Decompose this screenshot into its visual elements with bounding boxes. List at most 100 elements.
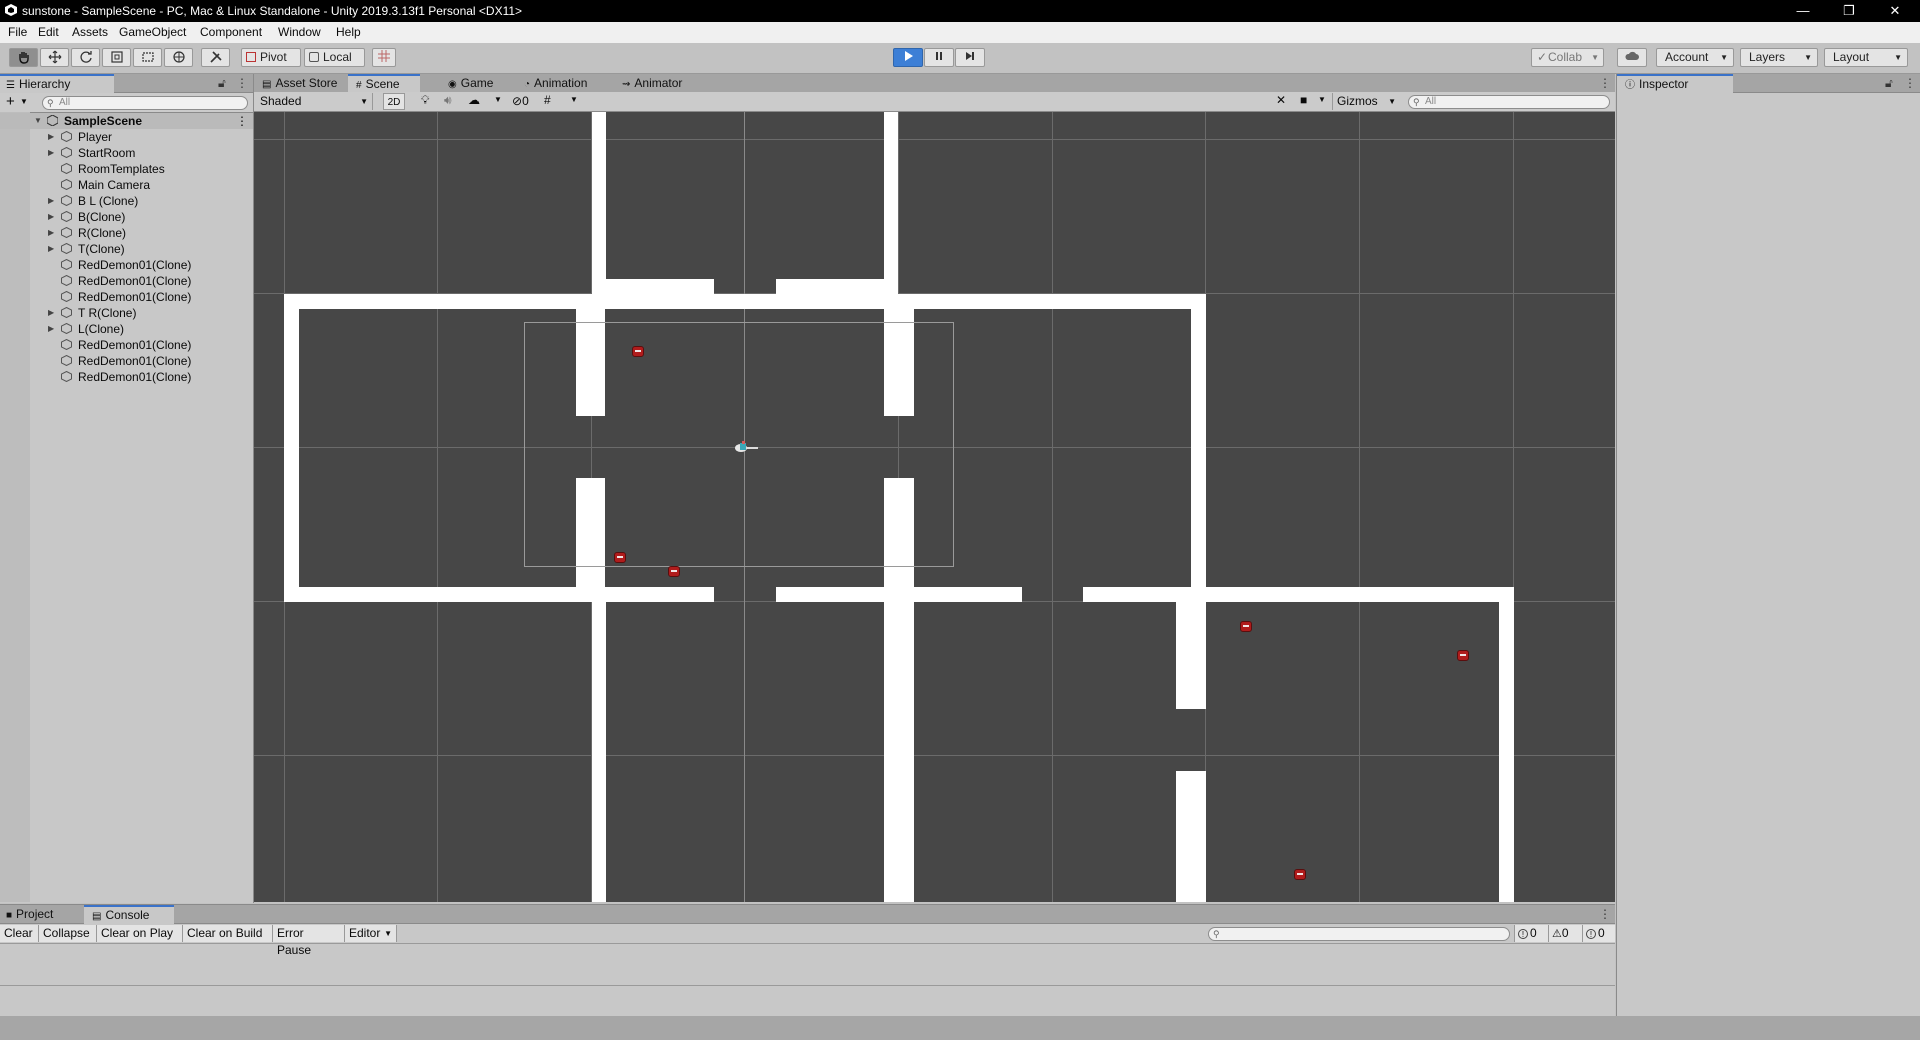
red-demon-enemy[interactable] [1240, 621, 1252, 632]
kebab-menu-icon[interactable]: ⋮ [236, 113, 248, 129]
kebab-menu-icon[interactable]: ⋮ [1904, 76, 1916, 90]
grid-snap-button[interactable] [372, 48, 396, 67]
expand-arrow-icon[interactable]: ▼ [34, 113, 42, 129]
expand-arrow-icon[interactable]: ▶ [48, 129, 54, 145]
effects-icon[interactable]: ☁︎ [468, 93, 480, 107]
kebab-menu-icon[interactable]: ⋮ [1599, 76, 1611, 90]
layers-dropdown[interactable]: Layers ▼ [1740, 48, 1818, 67]
chevron-down-icon[interactable]: ▼ [494, 95, 502, 104]
pause-button[interactable] [924, 48, 954, 67]
hierarchy-item[interactable]: ▶ B(Clone) [0, 209, 253, 225]
collapse-button[interactable]: Collapse [39, 925, 97, 942]
scene-row[interactable]: ▼ SampleScene ⋮ [0, 113, 253, 129]
hand-tool-button[interactable] [9, 48, 38, 67]
expand-arrow-icon[interactable]: ▶ [48, 209, 54, 225]
expand-arrow-icon[interactable]: ▶ [48, 241, 54, 257]
grid-toggle-icon[interactable]: # [544, 93, 551, 107]
hierarchy-item[interactable]: ▶ T R(Clone) [0, 305, 253, 321]
local-toggle[interactable]: Local [304, 48, 365, 67]
hierarchy-item[interactable]: Main Camera [0, 177, 253, 193]
tab-console[interactable]: ▤ Console [84, 905, 174, 924]
red-demon-enemy[interactable] [668, 566, 680, 577]
tab-inspector[interactable]: ⓘ Inspector [1617, 74, 1733, 93]
error-pause-button[interactable]: Error Pause [273, 925, 345, 957]
layout-dropdown[interactable]: Layout ▼ [1824, 48, 1908, 67]
lightbulb-icon[interactable]: 💡︎ [421, 93, 429, 108]
custom-tool-button[interactable] [201, 48, 230, 67]
hierarchy-item[interactable]: ▶ Player [0, 129, 253, 145]
hierarchy-item[interactable]: ▶ B L (Clone) [0, 193, 253, 209]
collab-dropdown[interactable]: ✓ Collab ▼ [1531, 48, 1604, 67]
clear-button[interactable]: Clear [0, 925, 39, 942]
red-demon-enemy[interactable] [632, 346, 644, 357]
red-demon-enemy[interactable] [1457, 650, 1469, 661]
rect-tool-button[interactable] [133, 48, 162, 67]
menu-window[interactable]: Window [278, 25, 321, 39]
scale-tool-button[interactable] [102, 48, 131, 67]
scene-visibility-toggle[interactable]: ⊘0 [512, 93, 529, 110]
lock-icon[interactable]: 🔓︎ [1885, 76, 1893, 91]
editor-dropdown[interactable]: Editor ▼ [345, 925, 397, 942]
cloud-button[interactable] [1617, 48, 1647, 67]
tools-icon[interactable]: ✕ [1276, 93, 1286, 107]
menu-help[interactable]: Help [336, 25, 361, 39]
close-button[interactable]: ✕ [1872, 0, 1918, 22]
tab-project[interactable]: ■ Project [0, 905, 84, 923]
expand-arrow-icon[interactable]: ▶ [48, 305, 54, 321]
hierarchy-item[interactable]: ▶ L(Clone) [0, 321, 253, 337]
maximize-button[interactable]: ❐ [1826, 0, 1872, 22]
kebab-menu-icon[interactable]: ⋮ [1599, 907, 1611, 921]
hierarchy-item[interactable]: RedDemon01(Clone) [0, 257, 253, 273]
lock-icon[interactable]: 🔓︎ [218, 76, 226, 91]
player-sprite[interactable] [734, 440, 758, 454]
expand-arrow-icon[interactable]: ▶ [48, 225, 54, 241]
red-demon-enemy[interactable] [614, 552, 626, 563]
clear-on-play-button[interactable]: Clear on Play [97, 925, 183, 942]
chevron-down-icon[interactable]: ▼ [20, 97, 28, 106]
chevron-down-icon[interactable]: ▼ [570, 95, 578, 104]
hierarchy-search-input[interactable]: ⚲ All [42, 96, 248, 110]
account-dropdown[interactable]: Account ▼ [1656, 48, 1734, 67]
play-button[interactable] [893, 48, 923, 67]
menu-assets[interactable]: Assets [72, 25, 108, 39]
hierarchy-item[interactable]: RedDemon01(Clone) [0, 289, 253, 305]
warning-count-toggle[interactable]: ⚠0 [1548, 925, 1582, 942]
transform-tool-button[interactable] [164, 48, 193, 67]
2d-toggle[interactable]: 2D [383, 93, 405, 110]
expand-arrow-icon[interactable]: ▶ [48, 321, 54, 337]
tab-hierarchy[interactable]: ☰ Hierarchy [0, 74, 114, 93]
rotate-tool-button[interactable] [71, 48, 100, 67]
hierarchy-item[interactable]: RedDemon01(Clone) [0, 273, 253, 289]
expand-arrow-icon[interactable]: ▶ [48, 145, 54, 161]
log-count-toggle[interactable]: ! 0 [1514, 925, 1548, 942]
pivot-toggle[interactable]: Pivot [241, 48, 301, 67]
tab-animator[interactable]: ⇝ Animator [614, 74, 708, 92]
hierarchy-item[interactable]: ▶ R(Clone) [0, 225, 253, 241]
hierarchy-item[interactable]: RedDemon01(Clone) [0, 337, 253, 353]
scene-search-input[interactable]: ⚲ All [1408, 95, 1610, 109]
kebab-menu-icon[interactable]: ⋮ [236, 76, 248, 90]
audio-icon[interactable]: 🔊︎ [444, 93, 452, 108]
clear-on-build-button[interactable]: Clear on Build [183, 925, 273, 942]
tab-animation[interactable]: ◔ Animation [516, 74, 614, 92]
gizmos-dropdown[interactable]: Gizmos ▼ [1332, 93, 1396, 110]
step-button[interactable] [955, 48, 985, 67]
menu-component[interactable]: Component [200, 25, 262, 39]
red-demon-enemy[interactable] [1294, 869, 1306, 880]
menu-edit[interactable]: Edit [38, 25, 59, 39]
hierarchy-item[interactable]: RoomTemplates [0, 161, 253, 177]
hierarchy-item[interactable]: RedDemon01(Clone) [0, 353, 253, 369]
console-search-input[interactable]: ⚲ [1208, 927, 1510, 941]
hierarchy-item[interactable]: ▶ T(Clone) [0, 241, 253, 257]
menu-file[interactable]: File [8, 25, 27, 39]
draw-mode-dropdown[interactable]: Shaded ▼ [256, 93, 373, 110]
expand-arrow-icon[interactable]: ▶ [48, 193, 54, 209]
scene-viewport[interactable] [254, 112, 1615, 902]
tab-scene[interactable]: # Scene [348, 74, 420, 93]
hierarchy-item[interactable]: RedDemon01(Clone) [0, 369, 253, 385]
add-icon[interactable]: + [6, 93, 15, 111]
tab-asset-store[interactable]: ▤ Asset Store [254, 74, 362, 92]
move-tool-button[interactable] [40, 48, 69, 67]
chevron-down-icon[interactable]: ▼ [1318, 95, 1326, 104]
tab-game[interactable]: ◉ Game [440, 74, 512, 92]
